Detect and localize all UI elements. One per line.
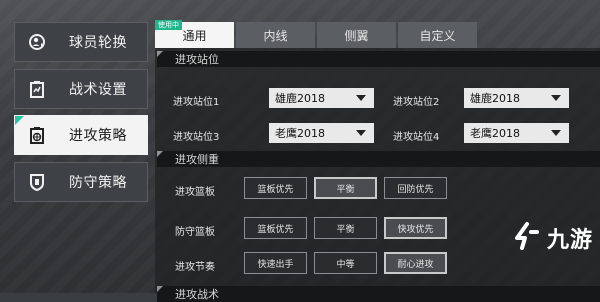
select-value: 老鹰2018	[275, 127, 325, 140]
sidebar-item-label: 进攻策略	[69, 128, 127, 144]
sidebar: 球员轮换 战术设置 进攻策略 防守策略	[0, 0, 155, 293]
option-button[interactable]: 篮板优先	[244, 177, 307, 199]
position-slot-select-1[interactable]: 雄鹿2018	[269, 88, 374, 108]
select-value: 老鹰2018	[470, 127, 520, 140]
tab-bar: 通用 内线 侧翼 自定义	[155, 22, 479, 48]
option-button[interactable]: 平衡	[314, 217, 377, 239]
option-button[interactable]: 篮板优先	[244, 217, 307, 239]
basketball-clipboard-icon	[27, 125, 47, 145]
tab-wing[interactable]: 侧翼	[317, 22, 396, 48]
position-slot-select-3[interactable]: 老鹰2018	[269, 123, 374, 143]
sidebar-item-defense-strategy[interactable]: 防守策略	[14, 162, 148, 202]
section-header-emphasis: 进攻侧重	[157, 151, 600, 167]
section-header-positions: 进攻站位	[157, 51, 600, 67]
section-corner-icon	[157, 51, 163, 57]
section-title: 进攻侧重	[175, 153, 219, 166]
watermark: 九游	[513, 222, 593, 254]
section-header-tactics: 进攻战术	[157, 286, 600, 302]
option-button[interactable]: 回防优先	[384, 177, 447, 199]
option-button-selected[interactable]: 快攻优先	[384, 217, 447, 239]
position-slot-select-4[interactable]: 老鹰2018	[464, 123, 569, 143]
shield-icon	[27, 172, 47, 192]
sidebar-item-label: 球员轮换	[69, 35, 127, 51]
position-slot-label: 进攻站位3	[173, 132, 220, 143]
position-slot-label: 进攻站位2	[393, 97, 440, 108]
tactics-clipboard-icon	[27, 79, 47, 99]
content-area: 进攻站位 进攻站位1 雄鹿2018 进攻站位2 雄鹿2018 进攻站位3 老鹰2…	[155, 48, 600, 302]
in-use-badge: 使用中	[155, 20, 182, 30]
dropdown-arrow-icon	[356, 130, 366, 136]
option-button[interactable]: 快速出手	[244, 252, 307, 274]
emphasis-row-label: 进攻节奏	[175, 262, 215, 273]
section-title: 进攻战术	[175, 288, 219, 301]
position-slot-select-2[interactable]: 雄鹿2018	[464, 88, 569, 108]
sidebar-item-tactics[interactable]: 战术设置	[14, 69, 148, 109]
section-title: 进攻站位	[175, 53, 219, 66]
select-value: 雄鹿2018	[275, 92, 325, 105]
tab-inside[interactable]: 内线	[236, 22, 315, 48]
option-button-selected[interactable]: 耐心进攻	[384, 252, 447, 274]
sidebar-item-label: 战术设置	[69, 82, 127, 98]
emphasis-row-label: 防守篮板	[175, 227, 215, 238]
sidebar-item-label: 防守策略	[69, 175, 127, 191]
dropdown-arrow-icon	[356, 95, 366, 101]
active-corner-marker	[15, 116, 24, 125]
sidebar-item-offense-strategy[interactable]: 进攻策略	[14, 115, 148, 155]
select-value: 雄鹿2018	[470, 92, 520, 105]
dropdown-arrow-icon	[551, 130, 561, 136]
position-slot-label: 进攻站位1	[173, 97, 220, 108]
tab-custom[interactable]: 自定义	[398, 22, 477, 48]
option-button-selected[interactable]: 平衡	[314, 177, 377, 199]
player-rotation-icon	[27, 32, 47, 52]
watermark-text: 九游	[547, 228, 594, 253]
position-slot-label: 进攻站位4	[393, 132, 440, 143]
section-corner-icon	[157, 286, 163, 292]
sidebar-item-player-rotation[interactable]: 球员轮换	[14, 22, 148, 62]
watermark-logo-icon	[513, 222, 543, 254]
emphasis-row-label: 进攻篮板	[175, 187, 215, 198]
section-corner-icon	[157, 151, 163, 157]
option-button[interactable]: 中等	[314, 252, 377, 274]
dropdown-arrow-icon	[551, 95, 561, 101]
